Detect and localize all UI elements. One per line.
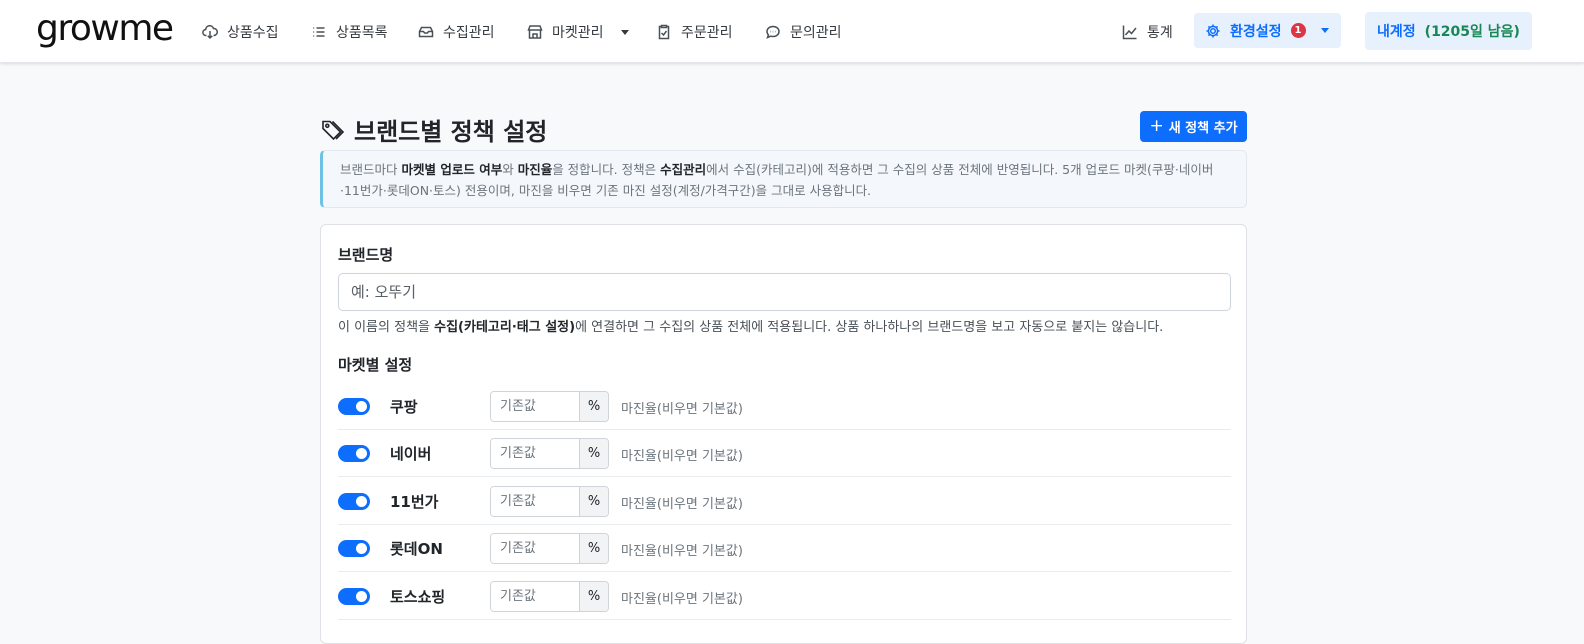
nav-item-order-manage[interactable]: 주문관리 <box>656 20 733 44</box>
percent-addon: % <box>579 582 608 611</box>
market-enable-toggle[interactable] <box>338 588 370 605</box>
margin-input-group: % <box>490 486 609 517</box>
margin-hint: 마진율(비우면 기본값) <box>621 544 743 559</box>
nav-item-label: 수집관리 <box>443 25 495 41</box>
shop-icon <box>527 25 543 39</box>
notification-badge: 1 <box>1290 23 1306 38</box>
market-row-coupang: 쿠팡 % 마진율(비우면 기본값) <box>338 383 1231 430</box>
market-enable-toggle[interactable] <box>338 445 370 462</box>
add-policy-button[interactable]: + 새 정책 추가 <box>1140 111 1247 142</box>
margin-input-group: % <box>490 581 609 612</box>
info-text: 브랜드마다 <box>340 162 402 177</box>
page-title-text: 브랜드별 정책 설정 <box>354 118 548 146</box>
market-name: 쿠팡 <box>390 398 418 416</box>
info-bold: 마진율 <box>517 162 553 177</box>
gear-icon <box>1206 24 1220 37</box>
app-logo[interactable]: growme <box>36 8 174 49</box>
nav-item-stats[interactable]: 통계 <box>1122 20 1173 44</box>
account-remaining-days: (1205일 남음) <box>1424 24 1520 40</box>
info-bold: 마켓별 업로드 여부 <box>401 162 503 177</box>
nav-item-label: 통계 <box>1147 25 1173 41</box>
margin-rate-input[interactable] <box>491 392 579 421</box>
margin-hint: 마진율(비우면 기본값) <box>621 497 743 512</box>
nav-item-product-collect[interactable]: 상품수집 <box>202 20 279 44</box>
list-icon <box>313 27 325 37</box>
margin-rate-input[interactable] <box>491 439 579 468</box>
nav-item-label: 상품목록 <box>336 25 388 41</box>
help-text-bold: 수집(카테고리·태그 설정) <box>434 320 576 335</box>
nav-item-label: 주문관리 <box>681 25 733 41</box>
cloud-download-icon <box>202 24 218 40</box>
nav-item-market-manage[interactable]: 마켓관리 <box>527 20 629 44</box>
percent-addon: % <box>579 487 608 516</box>
chevron-down-icon <box>1320 28 1329 33</box>
market-name: 토스쇼핑 <box>390 588 446 606</box>
percent-addon: % <box>579 392 608 421</box>
brand-help-text: 이 이름의 정책을 수집(카테고리·태그 설정)에 연결하면 그 수집의 상품 … <box>338 316 1163 335</box>
market-name: 롯데ON <box>390 540 443 558</box>
account-button[interactable]: 내계정 (1205일 남음) <box>1365 12 1532 50</box>
info-alert: 브랜드마다 마켓별 업로드 여부와 마진율을 정합니다. 정책은 수집관리에서 … <box>320 150 1247 208</box>
market-enable-toggle[interactable] <box>338 398 370 415</box>
chevron-down-icon <box>620 29 629 35</box>
nav-item-product-list[interactable]: 상품목록 <box>311 20 388 44</box>
tags-icon <box>322 120 345 140</box>
nav-item-label: 마켓관리 <box>552 25 604 41</box>
chat-icon <box>766 25 780 39</box>
account-name: 내계정 <box>1377 24 1416 40</box>
margin-input-group: % <box>490 533 609 564</box>
clipboard-check-icon <box>658 24 670 40</box>
margin-hint: 마진율(비우면 기본값) <box>621 402 743 417</box>
nav-item-label: 문의관리 <box>790 25 842 41</box>
brand-name-input[interactable] <box>338 273 1231 311</box>
percent-addon: % <box>579 439 608 468</box>
margin-rate-input[interactable] <box>491 582 579 611</box>
settings-dropdown-button[interactable]: 환경설정 1 <box>1194 13 1341 48</box>
percent-addon: % <box>579 534 608 563</box>
margin-hint: 마진율(비우면 기본값) <box>621 449 743 464</box>
add-policy-label: 새 정책 추가 <box>1168 121 1238 136</box>
plus-icon: + <box>1149 116 1164 136</box>
market-enable-toggle[interactable] <box>338 493 370 510</box>
nav-item-label: 상품수집 <box>227 25 279 41</box>
policy-form-card: 브랜드명 이 이름의 정책을 수집(카테고리·태그 설정)에 연결하면 그 수집… <box>320 224 1247 644</box>
info-bold: 수집관리 <box>660 162 707 177</box>
nav-item-collect-manage[interactable]: 수집관리 <box>418 20 495 44</box>
margin-input-group: % <box>490 391 609 422</box>
settings-label: 환경설정 <box>1230 23 1282 40</box>
line-chart-icon <box>1122 25 1137 40</box>
margin-input-group: % <box>490 438 609 469</box>
brand-name-label: 브랜드명 <box>338 246 394 264</box>
top-navbar: growme 상품수집 상품목록 수집관리 마켓관리 주문관리 문의관리 통계 … <box>0 0 1584 63</box>
margin-rate-input[interactable] <box>491 487 579 516</box>
nav-item-inquiry-manage[interactable]: 문의관리 <box>765 20 842 44</box>
margin-rate-input[interactable] <box>491 534 579 563</box>
tray-icon <box>418 26 434 38</box>
market-name: 11번가 <box>390 493 439 511</box>
help-text-part: 이 이름의 정책을 <box>338 320 435 335</box>
market-enable-toggle[interactable] <box>338 540 370 557</box>
margin-hint: 마진율(비우면 기본값) <box>621 592 743 607</box>
market-row-toss: 토스쇼핑 % 마진율(비우면 기본값) <box>338 573 1231 620</box>
market-row-lotteon: 롯데ON % 마진율(비우면 기본값) <box>338 525 1231 572</box>
info-text: 와 <box>502 162 518 177</box>
market-name: 네이버 <box>390 445 432 463</box>
help-text-part: 에 연결하면 그 수집의 상품 전체에 적용됩니다. 상품 하나하나의 브랜드명… <box>575 320 1164 335</box>
info-text: 을 정합니다. 정책은 <box>552 162 661 177</box>
market-settings-label: 마켓별 설정 <box>338 356 413 374</box>
market-row-naver: 네이버 % 마진율(비우면 기본값) <box>338 430 1231 477</box>
market-row-11st: 11번가 % 마진율(비우면 기본값) <box>338 478 1231 525</box>
page-title: 브랜드별 정책 설정 <box>320 112 547 147</box>
